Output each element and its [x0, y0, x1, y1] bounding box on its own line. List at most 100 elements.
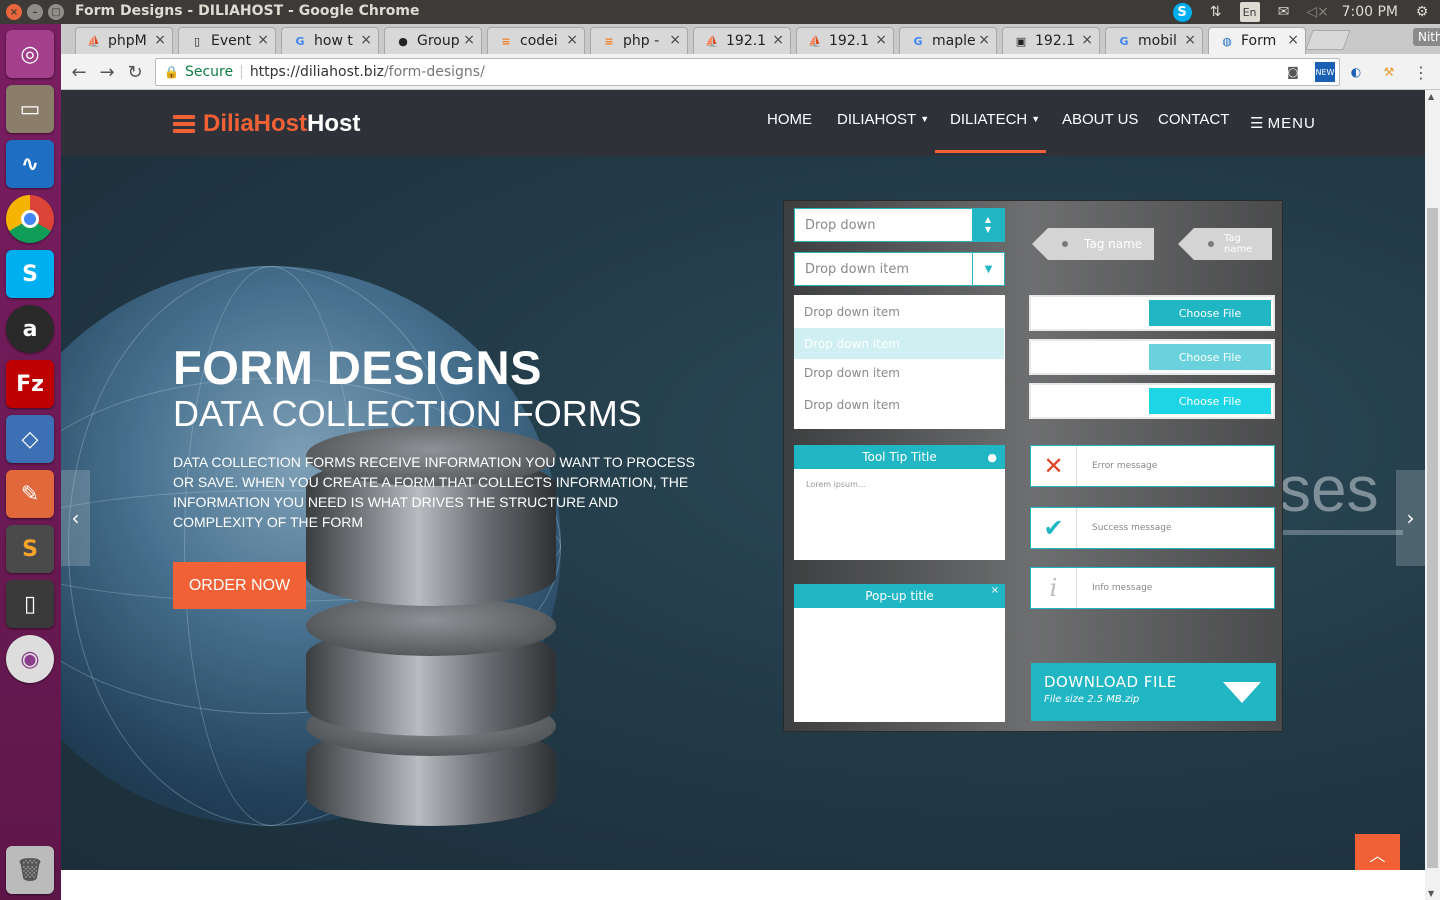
address-bar[interactable]: 🔒 Secure | https://diliahost.biz/form-de… — [155, 58, 1340, 86]
close-icon[interactable]: × — [875, 32, 887, 48]
github-icon: ● — [398, 34, 408, 48]
os-top-bar: × – □ Form Designs - DILIAHOST - Google … — [0, 0, 1440, 24]
volume-muted-icon[interactable]: ◁× — [1306, 2, 1329, 22]
chrome-icon[interactable] — [6, 195, 54, 243]
order-now-button[interactable]: ORDER NOW — [173, 562, 306, 609]
download-arrow-icon — [1223, 682, 1261, 703]
phone-device-icon[interactable]: ▯ — [6, 580, 54, 628]
close-icon[interactable]: × — [1287, 32, 1299, 48]
tab-label: phpM — [108, 33, 147, 49]
nav-diliahost-label: DILIAHOST — [837, 111, 917, 128]
slider-prev-button[interactable]: ‹ — [61, 470, 90, 566]
url-text[interactable]: https://diliahost.biz/form-designs/ — [250, 64, 485, 80]
close-icon[interactable]: × — [360, 32, 372, 48]
close-icon[interactable]: × — [257, 32, 269, 48]
files-icon[interactable]: ▭ — [6, 85, 54, 133]
server-icon — [173, 115, 195, 133]
success-message-box: ✔ Success message — [1030, 507, 1275, 549]
hammer-extension-icon[interactable]: ⚒ — [1379, 62, 1399, 82]
mail-icon[interactable]: ✉ — [1274, 2, 1294, 22]
back-arrow-icon[interactable]: ← — [67, 60, 91, 84]
tag-text: Tag name — [1084, 237, 1143, 251]
nav-about-us[interactable]: ABOUT US — [1062, 111, 1138, 128]
close-icon: × — [990, 585, 999, 596]
nav-diliatech[interactable]: DILIATECH ▼ — [950, 111, 1040, 128]
new-extension-icon[interactable]: NEW — [1315, 62, 1335, 82]
ubuntu-dash-icon[interactable]: ◎ — [6, 30, 54, 78]
dropdown-label: Drop down item — [805, 261, 909, 277]
window-minimize-button[interactable]: – — [27, 4, 43, 20]
scroll-to-top-button[interactable]: ︿ — [1355, 834, 1400, 874]
close-icon[interactable]: × — [978, 32, 990, 48]
nav-contact[interactable]: CONTACT — [1158, 111, 1229, 128]
browser-tab[interactable]: ⛵ 192.1 × — [693, 27, 791, 54]
phpmyadmin-icon: ⛵ — [808, 34, 822, 48]
chrome-menu-icon[interactable]: ⋮ — [1411, 62, 1431, 82]
skype-icon[interactable]: S — [6, 250, 54, 298]
browser-tab[interactable]: ≡ codei × — [487, 27, 585, 54]
close-icon[interactable]: × — [669, 32, 681, 48]
browser-tab[interactable]: ▯ Event × — [178, 27, 276, 54]
close-icon[interactable]: × — [772, 32, 784, 48]
browser-tab[interactable]: Gmobil × — [1105, 27, 1203, 54]
close-icon[interactable]: × — [154, 32, 166, 48]
download-file-box: DOWNLOAD FILE File size 2.5 MB.zip — [1031, 663, 1276, 721]
nav-menu[interactable]: ☰ MENU — [1250, 114, 1316, 132]
web-page: DiliaHost Host HOME DILIAHOST ▼ DILIATECH ▼… — [61, 90, 1425, 900]
browser-tab[interactable]: ● Group × — [384, 27, 482, 54]
slider-next-button[interactable]: › — [1396, 470, 1425, 566]
tab-label: Group — [417, 33, 460, 49]
browser-tab-active[interactable]: ◍ Form × — [1208, 27, 1306, 54]
dvd-icon[interactable]: ◉ — [6, 635, 54, 683]
new-tab-button[interactable] — [1305, 30, 1351, 50]
site-logo[interactable]: DiliaHost Host — [173, 110, 360, 138]
sublime-text-icon[interactable]: S — [6, 525, 54, 573]
close-icon[interactable]: × — [1081, 32, 1093, 48]
caret-down-icon: ▼ — [1031, 114, 1041, 124]
window-close-button[interactable]: × — [6, 4, 22, 20]
system-monitor-icon[interactable]: ∿ — [6, 140, 54, 188]
window-controls: × – □ — [6, 4, 64, 20]
system-tray: S ⇅ En ✉ ◁× 7:00 PM ⚙ — [1172, 2, 1432, 22]
lightbulb-icon: ● — [987, 450, 997, 464]
close-icon[interactable]: × — [1184, 32, 1196, 48]
new-badge-extension-icon[interactable]: ◐ — [1346, 62, 1366, 82]
nav-diliahost[interactable]: DILIAHOST ▼ — [837, 111, 929, 128]
network-icon[interactable]: ⇅ — [1206, 2, 1226, 22]
close-icon[interactable]: × — [566, 32, 578, 48]
tooltip-title: Tool Tip Title — [862, 450, 937, 464]
forward-arrow-icon[interactable]: → — [95, 60, 119, 84]
scroll-up-arrow-icon[interactable]: ▲ — [1428, 92, 1434, 101]
list-item-selected: Drop down item — [794, 328, 1004, 359]
inkscape-icon[interactable]: ✎ — [6, 470, 54, 518]
browser-tab[interactable]: ⛵ phpM × — [75, 27, 173, 54]
scrollbar-thumb[interactable] — [1427, 208, 1438, 868]
browser-tab[interactable]: ≡ php - × — [590, 27, 688, 54]
list-item: Drop down item — [804, 365, 900, 380]
browser-tab[interactable]: Gmaple × — [899, 27, 997, 54]
tab-label: codei — [520, 33, 558, 49]
list-item: Drop down item — [804, 304, 900, 319]
camera-extension-icon[interactable]: ◙ — [1283, 62, 1303, 82]
amazon-icon[interactable]: a — [6, 305, 54, 353]
reload-icon[interactable]: ↻ — [123, 60, 147, 84]
browser-tab[interactable]: ⛵ 192.1 × — [796, 27, 894, 54]
tab-label: Event — [211, 33, 252, 49]
virtualbox-icon[interactable]: ◇ — [6, 415, 54, 463]
browser-tab[interactable]: ▣ 192.1 × — [1002, 27, 1100, 54]
filezilla-icon[interactable]: Fz — [6, 360, 54, 408]
browser-tab[interactable]: Ghow t × — [281, 27, 379, 54]
url-path: /form-designs/ — [383, 64, 485, 80]
close-icon[interactable]: × — [463, 32, 475, 48]
page-scrollbar[interactable]: ▲ ▼ — [1425, 90, 1440, 900]
skype-tray-icon[interactable]: S — [1172, 2, 1192, 22]
window-maximize-button[interactable]: □ — [48, 4, 64, 20]
settings-gear-icon[interactable]: ⚙ — [1412, 2, 1432, 22]
keyboard-language[interactable]: En — [1239, 2, 1260, 22]
slide-ghost-line — [1283, 530, 1403, 535]
profile-button[interactable]: Nithyashree — [1413, 28, 1440, 46]
nav-home[interactable]: HOME — [767, 111, 812, 128]
trash-icon[interactable]: 🗑 — [6, 846, 54, 894]
clock[interactable]: 7:00 PM — [1342, 4, 1398, 20]
scroll-down-arrow-icon[interactable]: ▼ — [1428, 889, 1434, 898]
